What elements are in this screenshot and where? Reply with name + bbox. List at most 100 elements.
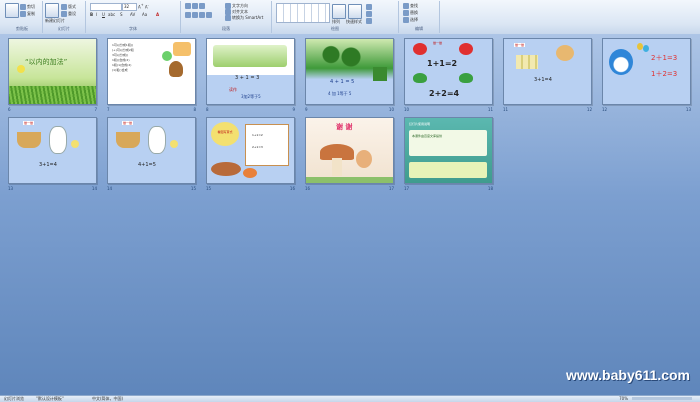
note-panel <box>409 162 487 178</box>
slide-thumbnail-1[interactable]: “以内的加法” <box>8 38 97 105</box>
slide-thumbnail-7[interactable]: 2＋1=3 1＋2=3 <box>602 38 691 105</box>
slide-thumbnail-2[interactable]: 1可以分成1和() (+)可以分成2和 3可以分成() 1和()合成(2) 1和… <box>107 38 196 105</box>
group-label-clipboard: 剪贴板 <box>16 26 28 31</box>
slide-equation: 2+2=4 <box>429 89 460 98</box>
pepper-image <box>459 73 473 83</box>
slide-equation: 1＋2=3 <box>651 70 678 78</box>
slide-thumbnail-9[interactable]: 做一做 4+1=5 <box>107 117 196 184</box>
rabbit-image <box>148 126 166 154</box>
slide-canvas: 1可以分成1和() (+)可以分成2和 3可以分成() 1和()合成(2) 1和… <box>108 39 195 104</box>
chick-image <box>170 140 178 148</box>
shape-outline-button[interactable] <box>366 11 373 17</box>
smartart-button[interactable]: 转换为 SmartArt <box>225 15 263 21</box>
slide-equation: 3 + 1 = 3 <box>235 75 260 81</box>
mushroom-stem-image <box>332 158 342 176</box>
slide-thumbnail-5[interactable]: 做一做 1+1=2 2+2=4 <box>404 38 493 105</box>
slide-sorter-area[interactable]: “以内的加法” 67 1可以分成1和() (+)可以分成2和 3可以分成() 1… <box>0 34 700 395</box>
quick-styles-button[interactable] <box>348 4 362 20</box>
shadow-button[interactable]: S <box>120 12 123 17</box>
language-status[interactable]: 中文(简体，中国) <box>92 396 123 402</box>
slide-number-row: 17 18 <box>404 186 493 192</box>
case-button[interactable]: Aa <box>142 12 147 17</box>
slide-canvas: 做一做 4+1=5 <box>108 118 195 183</box>
ribbon: 剪切 复制 剪贴板 新建幻灯片 版式 重设 幻灯片 32 A+ A- B I U… <box>0 0 700 35</box>
select-label: 选择 <box>410 17 418 22</box>
replace-button[interactable]: 替换 <box>403 10 418 16</box>
spacing-button[interactable]: AV <box>130 12 135 17</box>
arrange-button[interactable] <box>332 4 346 20</box>
slide-number-row: 11 12 <box>503 107 592 113</box>
slide-index: 14 <box>107 186 113 191</box>
bullets-button[interactable] <box>185 3 206 9</box>
slide-thumbnail-4[interactable]: 4 + 1 = 5 4 加 1等于 5 <box>305 38 394 105</box>
pepper-image <box>413 73 427 83</box>
slide-index: 11 <box>503 107 509 112</box>
trees-image <box>316 45 366 69</box>
fruit-image <box>243 168 257 178</box>
slide-number: 8 <box>193 107 196 112</box>
select-button[interactable]: 选择 <box>403 17 418 23</box>
font-name-box[interactable] <box>90 3 122 11</box>
smartart-label: 转换为 SmartArt <box>232 15 264 20</box>
ball-image <box>162 51 172 61</box>
slide-canvas: 4 + 1 = 5 4 加 1等于 5 <box>306 39 393 104</box>
slide-thumbnail-6[interactable]: 做一做 3+1=4 <box>503 38 592 105</box>
basket-image <box>17 132 41 148</box>
copy-button[interactable]: 复制 <box>20 11 35 17</box>
underline-button[interactable]: U <box>102 12 105 17</box>
slide-canvas: 做一做 3+1=4 <box>9 118 96 183</box>
shape-fill-button[interactable] <box>366 4 373 10</box>
slide-badge: 看图写算式 <box>217 130 233 134</box>
layout-button[interactable]: 版式 <box>61 4 76 10</box>
bold-button[interactable]: B <box>90 12 93 17</box>
slide-thumbnail-8[interactable]: 做一做 3+1=4 <box>8 117 97 184</box>
slides-group: 新建幻灯片 版式 重设 幻灯片 <box>43 1 86 33</box>
chicks-image <box>516 55 538 69</box>
slide-badge: 做一做 <box>433 41 443 45</box>
slide-badge: 做一做 <box>23 121 35 125</box>
replace-label: 替换 <box>410 10 418 15</box>
paste-button[interactable] <box>5 3 19 19</box>
slide-number: 13 <box>685 107 691 112</box>
paragraph-group: 文字方向 对齐文本 转换为 SmartArt 段落 <box>181 1 272 33</box>
slide-number-row: 15 16 <box>206 186 295 192</box>
align-left-icon <box>185 12 191 18</box>
font-size-box[interactable]: 32 <box>122 3 137 11</box>
slide-index: 17 <box>404 186 410 191</box>
slide-number: 7 <box>94 107 97 112</box>
slide-index: 10 <box>404 107 410 112</box>
shapes-gallery[interactable] <box>276 3 330 23</box>
arrange-icon <box>332 4 346 19</box>
font-color-button[interactable]: A <box>156 12 159 17</box>
slide-badge: 做一做 <box>122 121 134 125</box>
slide-thumbnail-11[interactable]: 谢 谢 <box>305 117 394 184</box>
slide-text-block: 1可以分成1和() (+)可以分成2和 3可以分成() 1和()合成(2) 1和… <box>112 43 134 73</box>
clipboard-group: 剪切 复制 剪贴板 <box>2 1 43 33</box>
slide-canvas: 幻灯片使用说明 本课件由百度文库提供 <box>405 118 492 183</box>
align-right-icon <box>199 12 205 18</box>
new-slide-button[interactable] <box>45 3 59 19</box>
slide-number-row: 10 11 <box>404 107 493 113</box>
shape-effects-button[interactable] <box>366 18 373 24</box>
hen-image <box>556 45 574 61</box>
slide-line: (1)和()合成 <box>112 68 128 72</box>
slide-badge: 做一做 <box>514 43 526 47</box>
reset-button[interactable]: 重设 <box>61 11 76 17</box>
find-button[interactable]: 查找 <box>403 3 418 9</box>
slide-thumbnail-12[interactable]: 幻灯片使用说明 本课件由百度文库提供 <box>404 117 493 184</box>
slide-title: 谢 谢 <box>336 123 353 131</box>
kids-image <box>173 42 191 56</box>
italic-button[interactable]: I <box>96 12 97 17</box>
slide-thumbnail-3[interactable]: 3 + 1 = 3 读作 3加2等于5 <box>206 38 295 105</box>
strike-button[interactable]: abc <box>108 12 115 17</box>
grow-font-button[interactable]: A+ A- <box>138 3 149 9</box>
slide-number-row: 16 17 <box>305 186 394 192</box>
zoom-slider[interactable] <box>632 397 692 400</box>
slide-number: 15 <box>190 186 196 191</box>
slide-canvas: 2＋1=3 1＋2=3 <box>603 39 690 104</box>
align-buttons[interactable] <box>185 12 213 18</box>
slide-thumbnail-10[interactable]: 看图写算式 1+1=2 2+1=3 <box>206 117 295 184</box>
cut-button[interactable]: 剪切 <box>20 4 35 10</box>
select-icon <box>403 17 409 23</box>
slide-canvas: 谢 谢 <box>306 118 393 183</box>
